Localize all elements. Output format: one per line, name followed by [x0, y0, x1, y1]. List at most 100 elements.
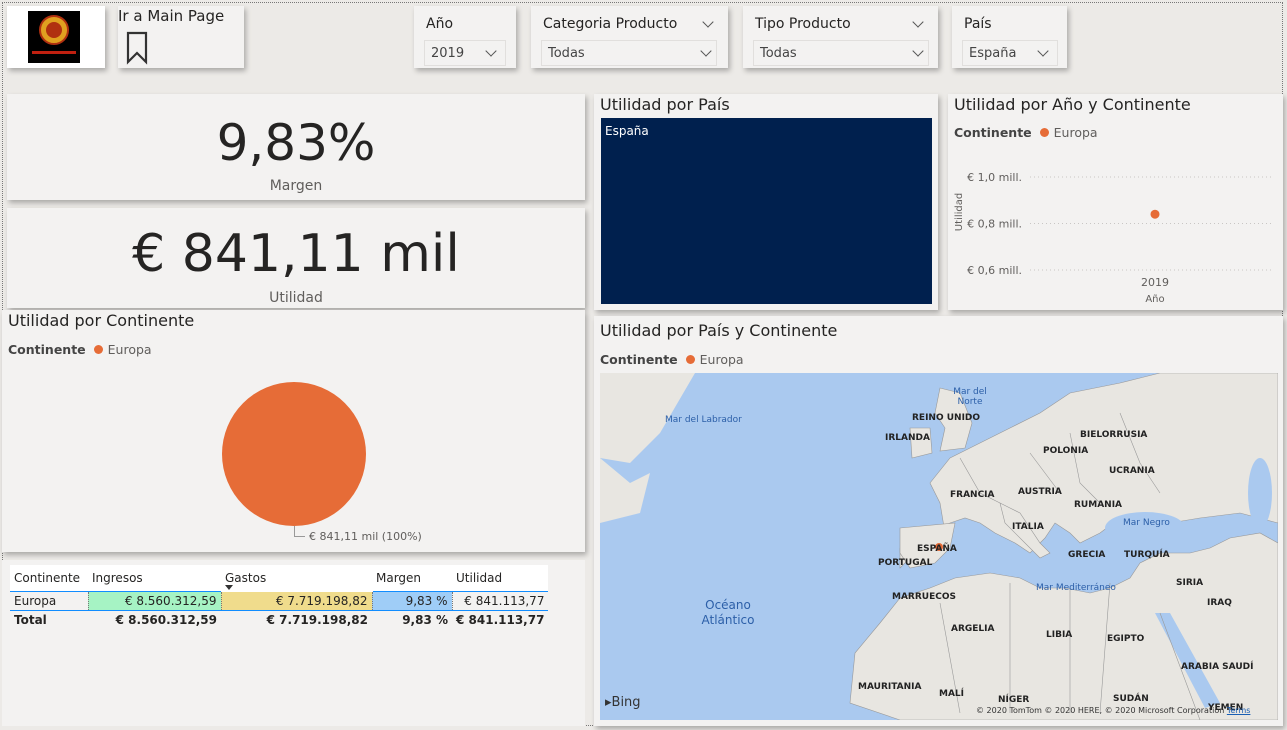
scatter-plot: € 1,0 mill. € 0,8 mill. € 0,6 mill. 2019 Año… [954, 171, 1273, 305]
total-utilidad: € 841.113,77 [456, 613, 545, 627]
treemap-card: Utilidad por País España [594, 94, 938, 310]
header-margen[interactable]: Margen [372, 565, 452, 592]
legend-dot-europa [93, 345, 103, 354]
slicer-title: Tipo Producto [755, 16, 851, 32]
kpi-margen-label: Margen [269, 178, 323, 194]
slicer-dropdown-pais[interactable]: España [962, 40, 1058, 66]
pie-legend: Continente Europa [8, 342, 152, 357]
company-logo [28, 11, 80, 63]
map-title: Utilidad por País y Continente [600, 321, 838, 340]
map-label: NÍGER [998, 695, 1030, 705]
chevron-down-icon [485, 45, 497, 57]
slicer-dropdown-ano[interactable]: 2019 [424, 40, 506, 66]
map-legend: Continente Europa [600, 352, 744, 367]
map-label: PORTUGAL [878, 558, 933, 568]
map-label: IRAQ [1207, 598, 1232, 608]
map-label: MARRUECOS [892, 592, 956, 602]
chevron-down-icon[interactable] [912, 16, 924, 28]
y-tick-label: € 1,0 mill. [967, 171, 1022, 184]
slicer-value: 2019 [431, 46, 465, 61]
map-label: UCRANIA [1109, 466, 1155, 476]
x-axis-label: Año [1145, 294, 1164, 305]
slicer-categoria-producto: Categoria Producto Todas [531, 6, 728, 68]
cell-gastos: € 7.719.198,82 [220, 591, 373, 611]
map-label: BIELORRUSIA [1080, 430, 1148, 440]
header-utilidad[interactable]: Utilidad [452, 565, 549, 592]
kpi-utilidad-card: € 841,11 mil Utilidad [7, 208, 585, 308]
slicer-value: España [969, 46, 1017, 61]
kpi-margen-card: 9,83% Margen [7, 94, 585, 200]
map-viewport[interactable]: Mar del Norte Mar del Labrador Mar Negro… [600, 373, 1278, 720]
pie-chart-card: Utilidad por Continente Continente Europa… [2, 310, 585, 552]
treemap-tile-espana[interactable]: España [601, 118, 932, 304]
chevron-down-icon[interactable] [702, 16, 714, 28]
cell-margen: 9,83 % [371, 591, 453, 611]
map-label: SUDÁN [1113, 694, 1149, 704]
map-label: RUMANIA [1074, 500, 1123, 510]
chevron-down-icon [700, 45, 712, 57]
sea-label-north: Mar del Norte [953, 387, 987, 407]
slicer-dropdown-tipo[interactable]: Todas [753, 40, 929, 66]
cell-ingresos: € 8.560.312,59 [87, 591, 222, 611]
sea-label-labrador: Mar del Labrador [665, 415, 742, 425]
chevron-down-icon [1037, 45, 1049, 57]
legend-item-europa[interactable]: Europa [108, 342, 152, 357]
slicer-pais: País España [952, 6, 1067, 68]
table-row[interactable]: Europa € 8.560.312,59 € 7.719.198,82 9,8… [10, 591, 549, 611]
map-label: MAURITANIA [858, 682, 922, 692]
map-label: GRECIA [1068, 550, 1106, 560]
map-label: TURQUÍA [1124, 550, 1170, 560]
total-ingresos: € 8.560.312,59 [115, 613, 217, 627]
legend-item-europa[interactable]: Europa [700, 352, 744, 367]
map-label: SIRIA [1176, 578, 1204, 588]
slicer-title: Año [426, 16, 454, 32]
map-label: ARABIA SAUDÍ [1181, 662, 1254, 672]
pie-slice-label: € 841,11 mil (100%) [309, 530, 422, 543]
slicer-title: País [964, 16, 992, 32]
header-ingresos[interactable]: Ingresos [88, 565, 221, 592]
map-label: ESPAÑA [917, 544, 957, 554]
x-tick-label: 2019 [1141, 276, 1169, 289]
chevron-down-icon [912, 45, 924, 57]
total-gastos: € 7.719.198,82 [266, 613, 368, 627]
map-label: IRLANDA [885, 433, 930, 443]
legend-title: Continente [8, 342, 86, 357]
map-terms-link[interactable]: Terms [1227, 706, 1251, 715]
bookmark-icon [126, 31, 148, 65]
y-tick-label: € 0,6 mill. [967, 264, 1022, 277]
pie-slice-europa[interactable] [222, 382, 366, 526]
bing-logo: ▸Bing [605, 695, 641, 710]
slicer-value: Todas [760, 46, 797, 61]
map-label: REINO UNIDO [912, 413, 981, 423]
map-label: AUSTRIA [1018, 487, 1062, 497]
slicer-value: Todas [548, 46, 585, 61]
y-tick-label: € 0,8 mill. [967, 218, 1022, 231]
map-label: FRANCIA [950, 490, 995, 500]
header-gastos[interactable]: Gastos [221, 565, 372, 592]
slicer-tipo-producto: Tipo Producto Todas [743, 6, 938, 68]
sea-label-black: Mar Negro [1123, 518, 1170, 528]
matrix-total-row: Total € 8.560.312,59 € 7.719.198,82 9,83… [10, 611, 548, 630]
data-matrix: Continente Ingresos Gastos Margen Utilid… [10, 565, 549, 630]
logo-card [7, 6, 105, 68]
map-label: EGIPTO [1107, 634, 1145, 644]
sort-arrow-icon[interactable] [225, 585, 233, 590]
map-label: ITALIA [1012, 522, 1044, 532]
legend-title: Continente [600, 352, 678, 367]
kpi-margen-value: 9,83% [216, 114, 376, 172]
slicer-title: Categoria Producto [543, 16, 678, 32]
sea-label-mediterranean: Mar Mediterráneo [1036, 583, 1116, 593]
map-label: LIBIA [1046, 630, 1073, 640]
slicer-dropdown-categoria[interactable]: Todas [541, 40, 717, 66]
main-page-nav-button[interactable]: Ir a Main Page [118, 6, 244, 68]
map-label: POLONIA [1043, 446, 1089, 456]
legend-dot-europa [685, 355, 695, 364]
kpi-utilidad-value: € 841,11 mil [132, 224, 460, 284]
slicer-ano: Año 2019 [414, 6, 516, 68]
map-attribution: © 2020 TomTom © 2020 HERE, © 2020 Micros… [976, 706, 1251, 715]
treemap-title: Utilidad por País [600, 95, 730, 114]
scatter-point-europa-2019[interactable] [1150, 209, 1160, 219]
header-continente[interactable]: Continente [10, 565, 88, 592]
map-label: ARGELIA [951, 624, 995, 634]
total-label: Total [14, 613, 47, 627]
